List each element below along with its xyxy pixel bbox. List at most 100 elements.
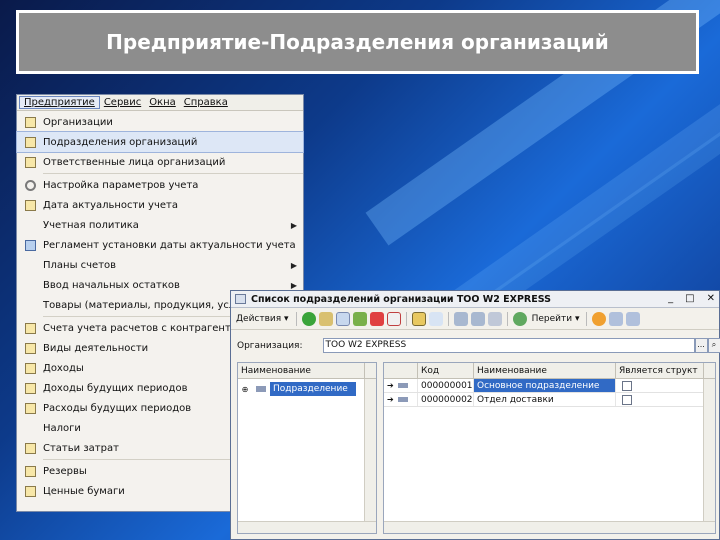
- settings-list-icon[interactable]: [626, 311, 641, 326]
- menu-item[interactable]: Организации: [17, 112, 303, 132]
- minimize-icon[interactable]: _: [668, 293, 673, 304]
- menu-item[interactable]: Дата актуальности учета: [17, 195, 303, 215]
- slide-title-bar: Предприятие-Подразделения организаций: [16, 10, 699, 74]
- cell-structural: [616, 379, 704, 392]
- table-horizontal-scrollbar[interactable]: [384, 521, 715, 533]
- menu-item-label: Планы счетов: [43, 259, 117, 271]
- toolbar-separator: [506, 311, 508, 326]
- submenu-arrow-icon: ▶: [290, 220, 297, 230]
- cell-code[interactable]: 000000002: [418, 393, 474, 406]
- catalog-icon: [17, 485, 43, 497]
- catalog-icon: [17, 116, 43, 128]
- table-header-code[interactable]: Код: [418, 363, 474, 378]
- table-header-structural[interactable]: Является структ: [616, 363, 704, 378]
- catalog-icon: [17, 322, 43, 334]
- menu-item-label: Ответственные лица организаций: [43, 156, 226, 168]
- menu-help[interactable]: Справка: [180, 97, 232, 108]
- actions-menu-button[interactable]: Действия ▾: [234, 311, 291, 327]
- catalog-icon: [17, 382, 43, 394]
- toolbar-separator: [405, 311, 407, 326]
- tree-item-label[interactable]: Подразделение орг: [270, 382, 356, 396]
- menu-item-label: Ценные бумаги: [43, 485, 125, 497]
- toolbar-separator: [586, 311, 588, 326]
- menu-windows[interactable]: Окна: [145, 97, 180, 108]
- organization-field[interactable]: ТОО W2 EXPRESS: [322, 338, 695, 353]
- hierarchy-icon[interactable]: [411, 311, 426, 326]
- tree-header-name[interactable]: Наименование: [238, 363, 365, 378]
- columns-icon[interactable]: [609, 311, 624, 326]
- window-title: Список подразделений организации ТОО W2 …: [251, 293, 551, 305]
- select-button[interactable]: ...: [694, 338, 708, 353]
- close-icon[interactable]: ✕: [707, 293, 715, 304]
- catalog-icon: [17, 402, 43, 414]
- menu-item[interactable]: Подразделения организаций: [16, 131, 304, 153]
- maximize-icon[interactable]: □: [685, 293, 694, 304]
- window-titlebar[interactable]: Список подразделений организации ТОО W2 …: [231, 291, 719, 308]
- copy-icon[interactable]: [335, 311, 350, 326]
- submenu-arrow-icon: ▶: [290, 260, 297, 270]
- menu-item[interactable]: Планы счетов ▶: [17, 255, 303, 275]
- element-icon: [397, 397, 408, 402]
- search-icon[interactable]: ⌕: [707, 338, 720, 353]
- menu-item-label: Товары (материалы, продукция, услуги): [43, 299, 257, 311]
- menu-item[interactable]: Регламент установки даты актуальности уч…: [17, 235, 303, 255]
- cell-code[interactable]: 000000001: [418, 379, 474, 392]
- menu-item-label: Статьи затрат: [43, 442, 119, 454]
- structural-checkbox[interactable]: [622, 380, 632, 391]
- level-up-icon[interactable]: [428, 311, 443, 326]
- edit-icon[interactable]: [352, 311, 367, 326]
- catalog-icon: [17, 442, 43, 454]
- tree-vertical-scrollbar[interactable]: [364, 379, 376, 521]
- folder-icon: [256, 386, 266, 392]
- filter-icon[interactable]: [453, 311, 468, 326]
- tree-row[interactable]: ⊕ Подразделение орг: [238, 382, 376, 396]
- cell-name[interactable]: Отдел доставки: [474, 393, 616, 406]
- toolbar-separator: [295, 311, 297, 326]
- structural-checkbox[interactable]: [622, 394, 632, 405]
- add-group-icon[interactable]: [318, 311, 333, 326]
- delete-mark-icon[interactable]: [369, 311, 384, 326]
- element-icon: [397, 383, 408, 388]
- table-vertical-scrollbar[interactable]: [703, 379, 715, 521]
- menu-item-label: Учетная политика: [43, 219, 139, 231]
- menu-item-label: Счета учета расчетов с контрагентами: [43, 322, 251, 334]
- catalog-icon: [17, 136, 43, 148]
- gear-icon: [17, 179, 43, 191]
- menu-item-label: Ввод начальных остатков: [43, 279, 180, 291]
- menu-item[interactable]: Настройка параметров учета: [17, 175, 303, 195]
- filter-dropdown-icon[interactable]: [470, 311, 485, 326]
- goto-menu-button[interactable]: Перейти ▾: [530, 311, 582, 327]
- tree-header: Наименование: [238, 363, 376, 379]
- departments-list-window: Список подразделений организации ТОО W2 …: [230, 290, 720, 540]
- menu-item-label: Расходы будущих периодов: [43, 402, 192, 414]
- list-icon: [235, 294, 246, 304]
- organization-label: Организация:: [237, 340, 303, 351]
- help-icon[interactable]: [592, 311, 607, 326]
- delete-icon[interactable]: [386, 311, 401, 326]
- menu-item-label: Налоги: [43, 422, 81, 434]
- add-icon[interactable]: [301, 311, 316, 326]
- menubar: Предприятие Сервис Окна Справка: [17, 95, 303, 111]
- table-row[interactable]: ➔ 000000002 Отдел доставки: [384, 393, 715, 407]
- catalog-icon: [17, 465, 43, 477]
- catalog-icon: [17, 362, 43, 374]
- menu-service[interactable]: Сервис: [100, 97, 145, 108]
- refresh-icon[interactable]: [512, 311, 527, 326]
- goto-label: Перейти: [531, 313, 573, 324]
- table-header-name[interactable]: Наименование: [474, 363, 616, 378]
- menu-item[interactable]: Учетная политика ▶: [17, 215, 303, 235]
- menu-enterprise[interactable]: Предприятие: [19, 96, 100, 109]
- menu-item-label: Доходы будущих периодов: [43, 382, 188, 394]
- departments-table: Код Наименование Является структ ➔ 000000…: [383, 362, 716, 534]
- tree-horizontal-scrollbar[interactable]: [238, 521, 376, 533]
- window-controls: _ □ ✕: [668, 293, 715, 304]
- toolbar-separator: [447, 311, 449, 326]
- catalog-icon: [17, 156, 43, 168]
- row-icons: ➔: [384, 393, 418, 406]
- expand-icon[interactable]: ⊕: [238, 385, 252, 394]
- clear-filter-icon[interactable]: [487, 311, 502, 326]
- toolbar: Действия ▾ Перейти ▾: [231, 308, 719, 330]
- menu-item[interactable]: Ответственные лица организаций: [17, 152, 303, 172]
- cell-name[interactable]: Основное подразделение: [474, 379, 616, 392]
- table-row[interactable]: ➔ 000000001 Основное подразделение: [384, 379, 715, 393]
